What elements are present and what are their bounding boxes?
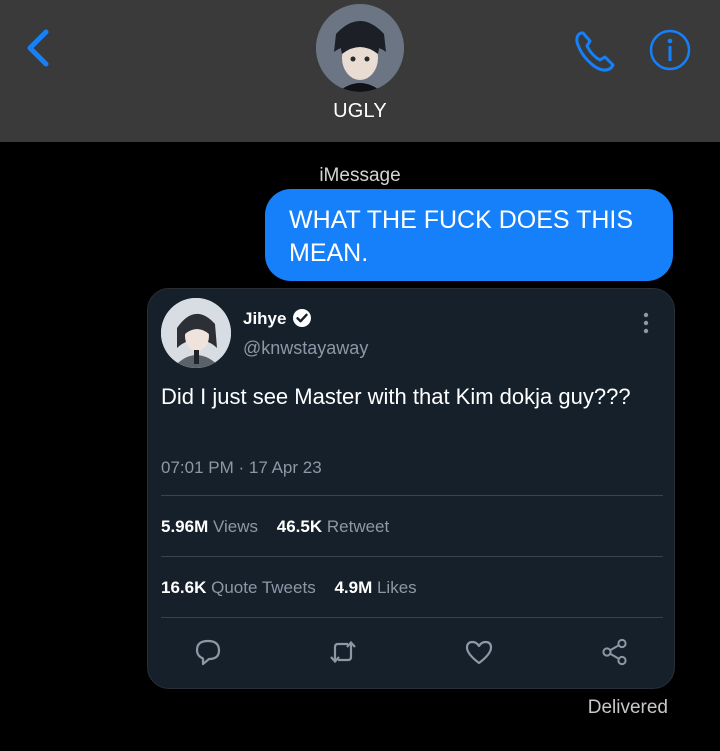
tweet-card[interactable]: Jihye @knwstayaway Did I just see Master… bbox=[147, 288, 675, 689]
divider bbox=[161, 617, 663, 618]
divider bbox=[161, 495, 663, 496]
like-icon bbox=[465, 640, 493, 665]
tweet-author-name[interactable]: Jihye bbox=[243, 309, 286, 329]
reply-icon bbox=[195, 639, 221, 666]
chevron-left-icon bbox=[27, 29, 49, 67]
phone-icon bbox=[575, 31, 615, 72]
stats-row-views-retweets: 5.96M Views 46.5K Retweet bbox=[161, 517, 389, 537]
retweets-count[interactable]: 46.5K bbox=[277, 517, 322, 536]
reply-button[interactable] bbox=[193, 637, 223, 667]
contact-name[interactable]: UGLY bbox=[0, 100, 720, 123]
likes-label[interactable]: Likes bbox=[377, 578, 417, 597]
service-label: iMessage bbox=[319, 165, 401, 186]
share-icon bbox=[602, 638, 627, 666]
views-count: 5.96M bbox=[161, 517, 209, 536]
like-button[interactable] bbox=[464, 637, 494, 667]
back-button[interactable] bbox=[22, 26, 56, 70]
delivery-status: Delivered bbox=[587, 697, 668, 718]
conversation-header: UGLY bbox=[0, 0, 720, 142]
retweet-button[interactable] bbox=[328, 637, 358, 667]
divider bbox=[161, 556, 663, 557]
contact-avatar[interactable] bbox=[316, 4, 404, 92]
stats-row-quotes-likes: 16.6K Quote Tweets 4.9M Likes bbox=[161, 578, 417, 598]
call-button[interactable] bbox=[572, 28, 618, 74]
tweet-author-handle[interactable]: @knwstayaway bbox=[243, 338, 368, 359]
outgoing-message-bubble[interactable]: WHAT THE FUCK DOES THIS MEAN. bbox=[265, 189, 673, 281]
verified-badge-icon bbox=[293, 309, 311, 327]
retweet-icon bbox=[330, 640, 356, 664]
quotes-label[interactable]: Quote Tweets bbox=[211, 578, 316, 597]
tweet-timestamp[interactable]: 07:01 PM · 17 Apr 23 bbox=[161, 458, 322, 478]
contact-avatar-image bbox=[316, 4, 404, 92]
tweet-text: Did I just see Master with that Kim dokj… bbox=[161, 384, 631, 409]
info-icon bbox=[649, 29, 691, 71]
more-vertical-icon bbox=[643, 312, 649, 334]
info-button[interactable] bbox=[648, 28, 692, 72]
likes-count[interactable]: 4.9M bbox=[334, 578, 372, 597]
more-options-button[interactable] bbox=[636, 311, 656, 335]
retweets-label[interactable]: Retweet bbox=[327, 517, 389, 536]
share-button[interactable] bbox=[600, 637, 630, 667]
quotes-count[interactable]: 16.6K bbox=[161, 578, 206, 597]
tweet-author-avatar-image bbox=[161, 298, 231, 368]
views-label: Views bbox=[212, 517, 259, 536]
tweet-author-avatar[interactable] bbox=[161, 298, 231, 368]
